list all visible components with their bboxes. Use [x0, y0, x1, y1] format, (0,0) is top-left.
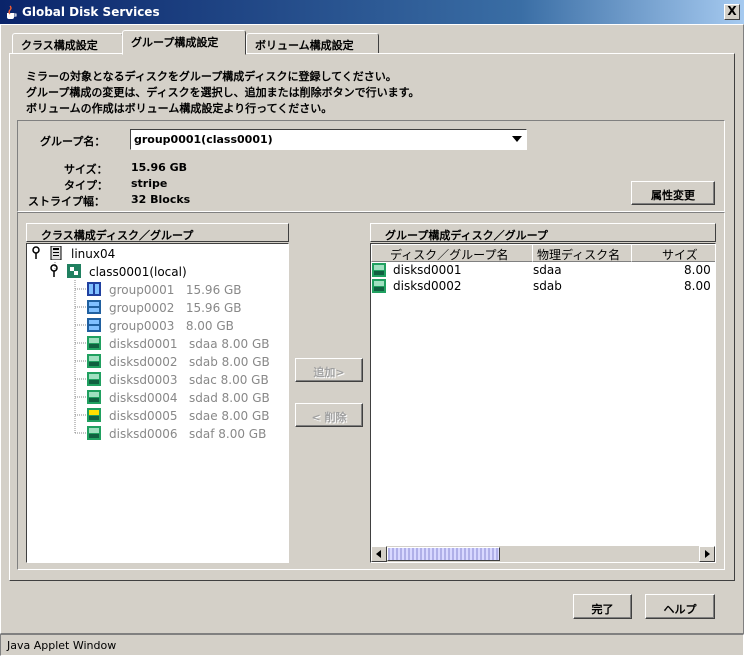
item-name: disksd0005 — [109, 409, 178, 423]
expanded-key-icon[interactable] — [29, 246, 43, 260]
class-disk-tree[interactable]: linux04 class0001(local) group0001 15.96… — [26, 243, 289, 563]
tree-item-disk[interactable]: disksd0001 sdaa 8.00 GB — [87, 335, 287, 353]
tree-item-disk[interactable]: disksd0004 sdad 8.00 GB — [87, 389, 287, 407]
add-button[interactable]: 追加> — [295, 358, 363, 382]
close-button[interactable]: X — [724, 4, 740, 20]
tree-node-label: class0001(local) — [89, 265, 187, 279]
item-name: group0003 — [109, 319, 175, 333]
tab-label: ボリューム構成設定 — [255, 39, 354, 52]
item-detail: sdad 8.00 GB — [189, 391, 270, 405]
column-header-size[interactable]: サイズ — [631, 244, 715, 262]
instruction-line-1: ミラーの対象となるディスクをグループ構成ディスクに登録してください。 — [26, 70, 397, 83]
disk-icon — [87, 426, 101, 440]
java-cup-icon — [7, 5, 17, 19]
tab-class-config[interactable]: クラス構成設定 — [12, 33, 123, 54]
group-name-label: グループ名： — [40, 135, 106, 148]
scrollbar-thumb[interactable] — [387, 547, 500, 561]
item-detail: sdac 8.00 GB — [189, 373, 269, 387]
item-detail: sdaa 8.00 GB — [189, 337, 270, 351]
cell-name: disksd0002 — [393, 279, 462, 293]
attribute-change-button[interactable]: 属性変更 — [631, 181, 715, 205]
tree-node-host[interactable]: linux04 — [29, 245, 279, 263]
scroll-right-button[interactable] — [699, 546, 715, 562]
disk-icon — [87, 390, 101, 404]
tree-item-group[interactable]: group0001 15.96 GB — [87, 281, 282, 299]
item-name: disksd0002 — [109, 355, 178, 369]
chevron-down-icon[interactable] — [512, 136, 522, 142]
group-icon — [87, 300, 101, 314]
instruction-line-3: ボリュームの作成はボリューム構成設定より行ってください。 — [26, 102, 333, 115]
tree-item-disk[interactable]: disksd0005 sdae 8.00 GB — [87, 407, 287, 425]
tree-item-disk[interactable]: disksd0003 sdac 8.00 GB — [87, 371, 287, 389]
size-label: サイズ： — [64, 163, 108, 176]
tree-node-label: linux04 — [71, 247, 116, 261]
horizontal-scrollbar[interactable] — [371, 546, 715, 562]
item-name: disksd0001 — [109, 337, 178, 351]
stripe-width-label: ストライプ幅： — [28, 195, 105, 208]
group-disk-list-header: グループ構成ディスク／グループ — [370, 223, 716, 242]
group-select-value: group0001(class0001) — [134, 133, 273, 146]
disk-icon — [87, 336, 101, 350]
disk-icon — [372, 263, 386, 277]
server-icon — [50, 246, 62, 260]
disk-icon — [372, 279, 386, 293]
tab-group-config[interactable]: グループ構成設定 — [122, 30, 246, 55]
item-name: group0002 — [109, 301, 175, 315]
column-header-name[interactable]: ディスク／グループ名 — [371, 244, 533, 262]
group-icon — [87, 318, 101, 332]
stripe-width-value: 32 Blocks — [131, 193, 191, 206]
table-row[interactable]: disksd0001 sdaa 8.00 GB — [371, 262, 715, 278]
tab-label: グループ構成設定 — [131, 36, 219, 49]
item-detail: 15.96 GB — [185, 301, 242, 315]
size-value: 15.96 GB — [131, 161, 188, 174]
class-icon — [67, 264, 81, 278]
item-detail: sdab 8.00 GB — [189, 355, 270, 369]
item-detail: 8.00 GB — [185, 319, 234, 333]
table-row[interactable]: disksd0002 sdab 8.00 GB — [371, 278, 715, 294]
item-name: disksd0003 — [109, 373, 178, 387]
tree-item-group[interactable]: group0002 15.96 GB — [87, 299, 282, 317]
type-label: タイプ： — [64, 179, 108, 192]
disk-warning-icon — [87, 408, 101, 422]
arrow-right-icon — [705, 550, 710, 558]
item-name: group0001 — [109, 283, 175, 297]
tab-label: クラス構成設定 — [21, 39, 98, 52]
cell-size: 8.00 GB — [684, 263, 715, 277]
done-button[interactable]: 完了 — [573, 594, 632, 619]
tree-item-disk[interactable]: disksd0006 sdaf 8.00 GB — [87, 425, 287, 443]
item-name: disksd0004 — [109, 391, 178, 405]
tab-volume-config[interactable]: ボリューム構成設定 — [246, 33, 379, 54]
item-detail: sdaf 8.00 GB — [189, 427, 267, 441]
remove-button[interactable]: < 削除 — [295, 403, 363, 427]
cell-size: 8.00 GB — [684, 279, 715, 293]
group-icon — [87, 282, 101, 296]
class-disk-tree-header: クラス構成ディスク／グループ — [26, 223, 289, 242]
cell-name: disksd0001 — [393, 263, 462, 277]
close-icon: X — [727, 4, 737, 18]
title-bar: Global Disk Services X — [0, 0, 744, 24]
scroll-left-button[interactable] — [371, 546, 387, 562]
cell-physical: sdaa — [533, 263, 562, 277]
status-bar: Java Applet Window — [0, 634, 744, 656]
disk-icon — [87, 354, 101, 368]
group-select[interactable]: group0001(class0001) — [130, 129, 527, 150]
column-header-physical[interactable]: 物理ディスク名 — [532, 244, 632, 262]
expanded-key-icon[interactable] — [47, 264, 61, 278]
disk-icon — [87, 372, 101, 386]
item-name: disksd0006 — [109, 427, 178, 441]
help-button[interactable]: ヘルプ — [645, 594, 715, 619]
tree-item-disk[interactable]: disksd0002 sdab 8.00 GB — [87, 353, 287, 371]
item-detail: sdae 8.00 GB — [189, 409, 270, 423]
tree-node-class[interactable]: class0001(local) — [47, 263, 277, 281]
instruction-line-2: グループ構成の変更は、ディスクを選択し、追加または削除ボタンで行います。 — [26, 86, 420, 99]
cell-physical: sdab — [533, 279, 562, 293]
window-title: Global Disk Services — [22, 5, 160, 19]
type-value: stripe — [131, 177, 168, 190]
tree-item-group[interactable]: group0003 8.00 GB — [87, 317, 282, 335]
item-detail: 15.96 GB — [185, 283, 242, 297]
arrow-left-icon — [376, 550, 381, 558]
group-disk-table[interactable]: ディスク／グループ名 物理ディスク名 サイズ disksd0001 sdaa 8… — [370, 243, 716, 563]
